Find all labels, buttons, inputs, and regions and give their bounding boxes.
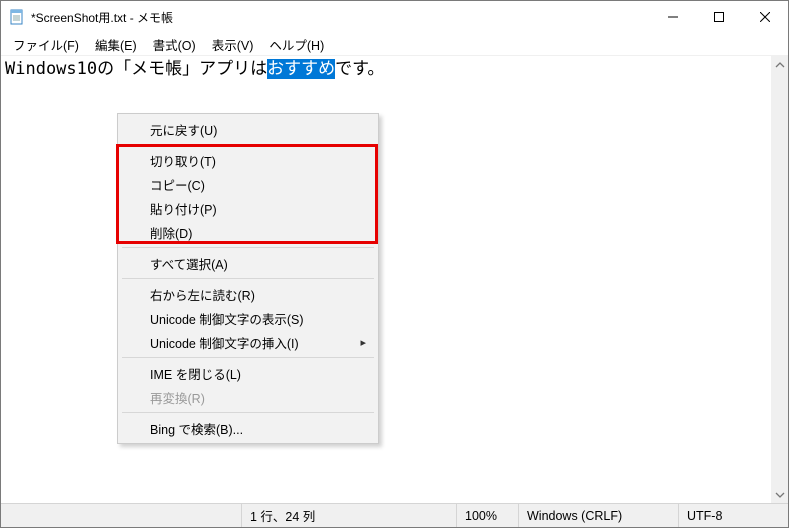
cm-select-all[interactable]: すべて選択(A): [120, 251, 376, 275]
cm-uni-insert-label: Unicode 制御文字の挿入(I): [150, 333, 299, 352]
status-bar: 1 行、24 列 100% Windows (CRLF) UTF-8: [1, 503, 788, 527]
status-zoom: 100%: [456, 504, 518, 527]
status-eol: Windows (CRLF): [518, 504, 678, 527]
cm-uni-show[interactable]: Unicode 制御文字の表示(S): [120, 306, 376, 330]
window-title: *ScreenShot用.txt - メモ帳: [31, 9, 173, 26]
cm-ime-close[interactable]: IME を閉じる(L): [120, 361, 376, 385]
editor-text-before: Windows10の「メモ帳」アプリは: [5, 59, 267, 79]
window-controls: [650, 1, 788, 33]
cm-copy[interactable]: コピー(C): [120, 172, 376, 196]
scroll-up-icon[interactable]: [771, 56, 788, 73]
cm-undo[interactable]: 元に戻す(U): [120, 117, 376, 141]
menu-file[interactable]: ファイル(F): [5, 33, 87, 56]
cm-paste[interactable]: 貼り付け(P): [120, 196, 376, 220]
context-menu: 元に戻す(U) 切り取り(T) コピー(C) 貼り付け(P) 削除(D) すべて…: [117, 113, 379, 444]
cm-separator: [122, 144, 374, 145]
menu-edit[interactable]: 編集(E): [87, 33, 145, 56]
menu-view[interactable]: 表示(V): [204, 33, 262, 56]
status-position: 1 行、24 列: [241, 504, 456, 527]
editor-text-after: です。: [335, 59, 384, 79]
cm-separator: [122, 278, 374, 279]
close-button[interactable]: [742, 1, 788, 33]
notepad-icon: [9, 9, 25, 25]
cm-separator: [122, 357, 374, 358]
menu-help[interactable]: ヘルプ(H): [261, 33, 332, 56]
cm-reconvert[interactable]: 再変換(R): [120, 385, 376, 409]
cm-cut[interactable]: 切り取り(T): [120, 148, 376, 172]
cm-separator: [122, 412, 374, 413]
maximize-button[interactable]: [696, 1, 742, 33]
status-encoding: UTF-8: [678, 504, 788, 527]
vertical-scrollbar[interactable]: [771, 56, 788, 503]
scroll-track[interactable]: [771, 73, 788, 486]
scroll-down-icon[interactable]: [771, 486, 788, 503]
title-bar: *ScreenShot用.txt - メモ帳: [1, 1, 788, 33]
selected-text: おすすめ: [267, 59, 335, 79]
menu-format[interactable]: 書式(O): [145, 33, 204, 56]
minimize-button[interactable]: [650, 1, 696, 33]
cm-separator: [122, 247, 374, 248]
cm-bing-search[interactable]: Bing で検索(B)...: [120, 416, 376, 440]
cm-uni-insert[interactable]: Unicode 制御文字の挿入(I) ▸: [120, 330, 376, 354]
cm-delete[interactable]: 削除(D): [120, 220, 376, 244]
chevron-right-icon: ▸: [360, 336, 366, 349]
menu-bar: ファイル(F) 編集(E) 書式(O) 表示(V) ヘルプ(H): [1, 33, 788, 55]
cm-rtl[interactable]: 右から左に読む(R): [120, 282, 376, 306]
